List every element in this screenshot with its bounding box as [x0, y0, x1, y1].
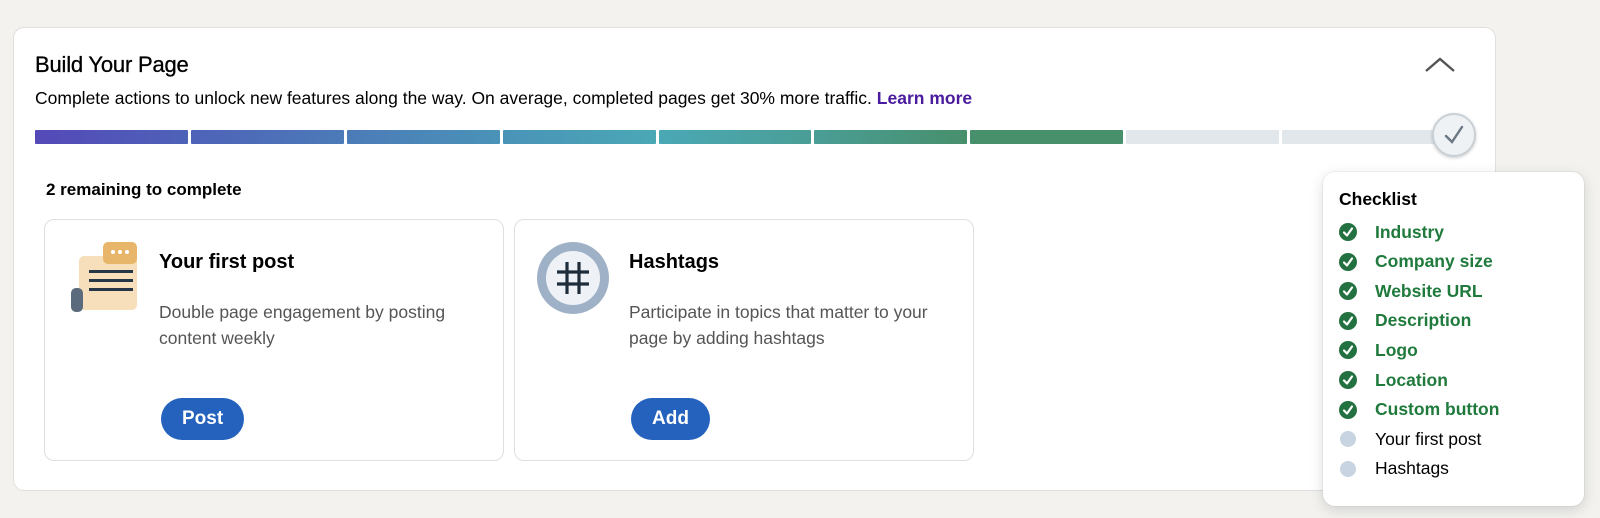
checklist-item[interactable]: Company size	[1339, 250, 1493, 274]
checklist-item[interactable]: Logo	[1339, 338, 1418, 362]
checklist-item-label: Description	[1375, 310, 1472, 331]
check-circle-icon	[1339, 400, 1357, 419]
learn-more-link[interactable]: Learn more	[877, 88, 972, 108]
check-circle-icon	[1339, 223, 1357, 241]
progress-segment-complete	[346, 130, 500, 144]
checklist-popover: Checklist Industry Company size Website UR…	[1323, 172, 1584, 506]
checklist-item[interactable]: Your first post	[1339, 427, 1481, 451]
checklist-item-label: Location	[1375, 369, 1448, 390]
checklist-item[interactable]: Hashtags	[1339, 457, 1449, 481]
task-title: Hashtags	[629, 251, 720, 273]
checklist-title: Checklist	[1339, 189, 1417, 209]
task-title: Your first post	[159, 251, 295, 273]
checklist-item[interactable]: Website URL	[1339, 279, 1483, 303]
task-description: Double page engagement by posting conten…	[159, 302, 446, 348]
progress-segment-complete	[658, 130, 812, 144]
checklist-item[interactable]: Industry	[1339, 220, 1444, 244]
check-circle-icon	[1339, 341, 1357, 360]
chevron-up-icon	[1425, 57, 1455, 72]
progress-bar	[35, 130, 1435, 144]
subtitle-text: Complete actions to unlock new features …	[35, 88, 872, 108]
check-circle-icon	[1339, 282, 1357, 301]
checklist-item-label: Website URL	[1375, 280, 1483, 301]
page-title: Build Your Page	[35, 52, 189, 77]
checklist-item[interactable]: Custom button	[1339, 398, 1499, 422]
check-circle-icon	[1339, 311, 1357, 330]
checkmark-icon	[1444, 125, 1464, 144]
completion-badge	[1432, 113, 1476, 157]
checklist-item-label: Logo	[1375, 339, 1418, 360]
subtitle: Complete actions to unlock new features …	[35, 88, 972, 109]
checklist-item-label: Your first post	[1375, 428, 1482, 449]
check-circle-icon	[1339, 371, 1357, 389]
hashtag-icon	[535, 240, 611, 316]
add-hashtags-button[interactable]: Add	[631, 398, 710, 440]
post-button[interactable]: Post	[161, 398, 245, 440]
progress-segment-incomplete	[1282, 130, 1435, 144]
checklist-item[interactable]: Description	[1339, 309, 1471, 333]
remaining-count: 2 remaining to complete	[46, 180, 242, 199]
task-description: Participate in topics that matter to you…	[629, 302, 928, 348]
checklist-item-label: Industry	[1375, 221, 1445, 242]
task-card-first-post: Your first post Double page engagement b…	[44, 219, 504, 461]
checklist-item-label: Company size	[1375, 251, 1493, 272]
checklist-item[interactable]: Location	[1339, 368, 1448, 392]
task-card-hashtags: Hashtags Participate in topics that matt…	[514, 219, 974, 461]
progress-segment-complete	[814, 130, 968, 144]
empty-circle-icon	[1340, 431, 1356, 448]
checklist-item-label: Custom button	[1375, 399, 1500, 420]
progress-segment-incomplete	[1126, 130, 1280, 144]
check-circle-icon	[1339, 252, 1357, 271]
collapse-button[interactable]	[1423, 54, 1457, 76]
checklist-item-label: Hashtags	[1375, 458, 1449, 479]
build-your-page-card: Build Your Page Complete actions to unlo…	[14, 28, 1495, 490]
progress-segment-complete	[502, 130, 656, 144]
document-post-icon	[65, 240, 141, 316]
progress-segment-complete	[970, 130, 1124, 144]
progress-segment-complete	[35, 130, 188, 144]
empty-circle-icon	[1340, 460, 1356, 477]
progress-segment-complete	[190, 130, 344, 144]
